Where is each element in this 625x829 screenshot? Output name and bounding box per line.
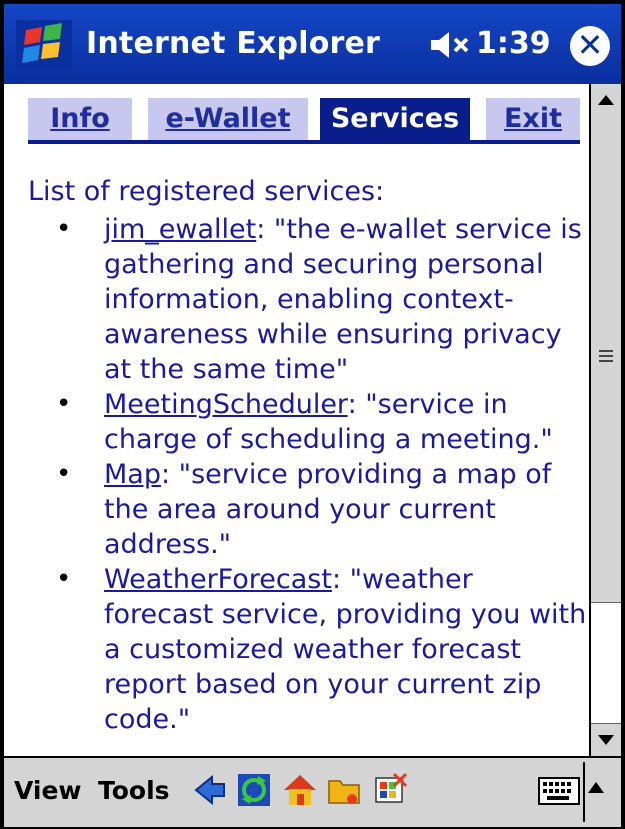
scroll-thumb[interactable] xyxy=(591,116,621,603)
grip-icon xyxy=(599,350,613,352)
tab-services[interactable]: Services xyxy=(320,98,470,140)
bullet: • xyxy=(56,214,72,244)
keyboard-icon[interactable] xyxy=(538,776,580,806)
tab-e-wallet[interactable]: e-Wallet xyxy=(148,98,308,140)
service-link-jim-ewallet[interactable]: jim_ewallet xyxy=(104,214,256,245)
tab-bar: Info e-Wallet Services Exit xyxy=(28,98,580,140)
tab-exit[interactable]: Exit xyxy=(486,98,580,140)
list-item: • jim_ewallet: "the e-wallet service is … xyxy=(28,212,588,387)
view-menu[interactable]: View xyxy=(14,776,82,805)
tab-underline xyxy=(28,140,580,144)
services-list: • jim_ewallet: "the e-wallet service is … xyxy=(28,212,588,737)
arrow-down-icon xyxy=(598,735,614,745)
list-item: • WeatherForecast: "weather forecast ser… xyxy=(28,562,588,737)
list-item: • Map: "service providing a map of the a… xyxy=(28,457,588,562)
favorites-icon[interactable] xyxy=(326,772,362,808)
arrow-up-icon xyxy=(598,95,614,105)
scroll-up-button[interactable] xyxy=(591,84,621,117)
back-icon[interactable] xyxy=(192,772,228,808)
scroll-down-button[interactable] xyxy=(591,723,621,756)
page-heading: List of registered services: xyxy=(28,176,385,207)
bullet: • xyxy=(56,459,72,489)
list-item: • MeetingScheduler: "service in charge o… xyxy=(28,387,588,457)
refresh-icon[interactable] xyxy=(236,772,272,808)
bottom-toolbar: View Tools xyxy=(4,756,621,827)
input-panel-arrow-icon[interactable] xyxy=(588,782,604,793)
title-bar: Internet Explorer 1:39 ✕ xyxy=(4,4,621,84)
tools-menu[interactable]: Tools xyxy=(98,776,170,805)
speaker-muted-icon[interactable] xyxy=(429,30,473,60)
page-content: Info e-Wallet Services Exit List of regi… xyxy=(4,84,589,756)
service-link-weatherforecast[interactable]: WeatherForecast xyxy=(104,564,332,595)
windows-start-icon[interactable] xyxy=(16,20,72,68)
service-link-meetingscheduler[interactable]: MeetingScheduler xyxy=(104,389,348,420)
desktop-view-icon[interactable] xyxy=(372,772,408,808)
sip-separator xyxy=(583,762,585,822)
app-title: Internet Explorer xyxy=(86,26,381,61)
service-link-map[interactable]: Map xyxy=(104,459,161,490)
service-description: : "service providing a map of the area a… xyxy=(104,459,552,560)
home-icon[interactable] xyxy=(282,772,318,808)
vertical-scrollbar[interactable] xyxy=(589,84,621,756)
bullet: • xyxy=(56,564,72,594)
bullet: • xyxy=(56,389,72,419)
clock[interactable]: 1:39 xyxy=(476,26,551,61)
tab-info[interactable]: Info xyxy=(28,98,132,140)
close-button[interactable]: ✕ xyxy=(570,26,610,66)
